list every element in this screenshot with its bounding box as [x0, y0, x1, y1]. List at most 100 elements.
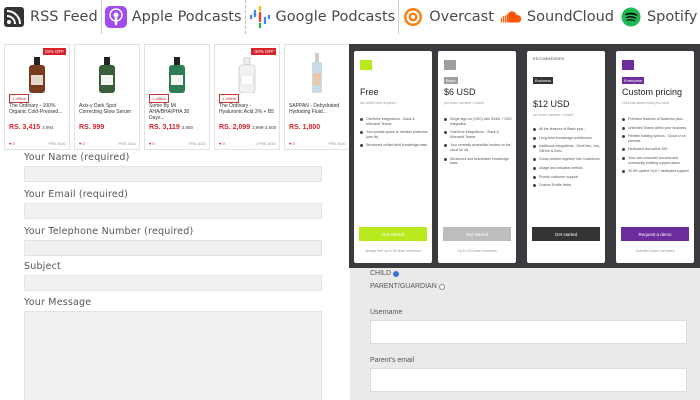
stock-badge: 1 offline [9, 94, 29, 103]
email-label: Your Email (required) [24, 189, 129, 200]
overcast-link[interactable]: Overcast [398, 0, 497, 34]
feature-item: Usage and adoption metrics [533, 166, 601, 171]
podcast-subscribe-bar: RSS Feed Apple Podcasts Google Podcasts … [0, 0, 700, 34]
plan-logo-icon [622, 60, 634, 70]
plan-logo-icon [444, 60, 456, 70]
soundcloud-label: SoundCloud [526, 9, 614, 25]
parent-email-label: Parent's email [370, 357, 415, 364]
plan-price: $12 USD [533, 99, 570, 109]
phone-field[interactable] [24, 240, 322, 256]
plan-footnote: Always free up to 50 team members [364, 249, 422, 253]
parent-radio[interactable]: PARENT/GUARDIAN [370, 283, 445, 290]
apple-podcasts-label: Apple Podcasts [131, 9, 242, 25]
product-name[interactable]: Axis-y Dark Spot Correcting Glow Serum [79, 103, 136, 121]
product-status: PRE ADD [328, 141, 346, 146]
product-status: PRE ADD [118, 141, 136, 146]
email-field[interactable] [24, 203, 322, 219]
feature-list: Single sign-on (SSO) with SAML + SSO int… [444, 117, 512, 170]
old-price: 2,999-3,600 [252, 125, 277, 130]
discount-badge: 15% OFF [42, 48, 66, 55]
rss-icon [3, 6, 25, 28]
subject-label: Subject [24, 261, 61, 272]
heart-icon[interactable]: ♥ 0 [219, 141, 225, 146]
stock-badge: 1 offline [149, 94, 169, 103]
product-image [5, 55, 69, 93]
page: RSS Feed Apple Podcasts Google Podcasts … [0, 0, 700, 400]
username-label: Username [370, 309, 403, 316]
current-price: RS. 3,119 [149, 124, 180, 131]
product-name[interactable]: Some By Mi AHA/BHA/PHA 30 Days... [149, 103, 206, 121]
message-label: Your Message [24, 297, 92, 308]
product-image [145, 55, 209, 93]
soundcloud-link[interactable]: SoundCloud [497, 0, 617, 34]
plan-footnote: Up to 200 team members [457, 249, 497, 253]
heart-icon[interactable]: ♥ 0 [9, 141, 15, 146]
current-price: RS. 3,415 [9, 124, 41, 131]
feature-item: Premium features of Business plus... [622, 117, 690, 122]
plan-footnote: Unlimited team members [635, 249, 675, 253]
feature-item: 99.9% uptime SLA + dedicated support [622, 169, 690, 174]
heart-icon[interactable]: ♥ 0 [289, 141, 295, 146]
plan-card-basic: Basic $6 USD per team member / month Sin… [438, 51, 516, 263]
product-image [285, 53, 348, 93]
spotify-link[interactable]: Spotify [617, 0, 700, 34]
recommended-label: RECOMMENDED [533, 57, 565, 61]
name-label: Your Name (required) [24, 152, 130, 163]
feature-item: Dedicated and active SSI [622, 147, 690, 152]
get-started-button[interactable]: Get started [532, 227, 600, 241]
name-field[interactable] [24, 166, 322, 182]
feature-item: Custom Profile fields [533, 183, 601, 188]
radio-selected-icon[interactable] [393, 270, 400, 277]
apple-podcasts-link[interactable]: Apple Podcasts [100, 0, 245, 34]
feature-item: Your centrally accessible hosted on the … [444, 143, 512, 152]
product-status: PRE ADD [48, 141, 66, 146]
feature-item: Group content together into Collections [533, 157, 601, 162]
product-card[interactable]: Axis-y Dark Spot Correcting Glow Serum R… [74, 44, 140, 150]
product-price: RS. 2,099 2,999-3,600 [219, 124, 276, 131]
google-podcasts-link[interactable]: Google Podcasts [244, 0, 399, 34]
product-name[interactable]: The Ordinary - Hyaluronic Acid 2% + B5 [219, 103, 276, 121]
request-demo-button[interactable]: Request a demo [621, 227, 689, 241]
product-price: RS. 1,800 [289, 124, 320, 131]
feature-item: Flexible hosting options - Cloud or on p… [622, 134, 690, 143]
product-image [215, 55, 279, 93]
feature-item: Unlimited Teams within your business [622, 126, 690, 131]
plan-subtitle: Let's talk about what you need [622, 101, 670, 105]
plan-price: Custom pricing [622, 87, 683, 97]
product-meta: ♥ 0 PRE ADD [9, 141, 66, 146]
product-card[interactable]: 15% OFF 1 offline The Ordinary - 100% Or… [4, 44, 70, 150]
rss-feed-link[interactable]: RSS Feed [0, 0, 101, 34]
product-price: RS. 3,415 3,994 [9, 124, 53, 131]
feature-item: Your own customer success and community … [622, 156, 690, 165]
product-name[interactable]: The Ordinary - 100% Organic Cold-Pressed… [9, 103, 66, 121]
product-card[interactable]: 1 offline Some By Mi AHA/BHA/PHA 30 Days… [144, 44, 210, 150]
like-count: 0 [82, 141, 85, 146]
product-card[interactable]: SAPPAN - Dehydrated Hydrating Fluid... R… [284, 44, 348, 150]
product-card[interactable]: -30% OFF 1 offline The Ordinary - Hyalur… [214, 44, 280, 150]
plan-card-enterprise: Enterprise Custom pricing Let's talk abo… [616, 51, 694, 263]
product-meta: ♥ 0 PRE ADD [149, 141, 206, 146]
overcast-label: Overcast [429, 9, 494, 25]
feature-item: OneDrive integrations - Slack & Microsof… [444, 130, 512, 139]
product-name[interactable]: SAPPAN - Dehydrated Hydrating Fluid... [289, 103, 346, 121]
product-meta: ♥ 0 PRE ADD [79, 141, 136, 146]
product-carousel: 15% OFF 1 offline The Ordinary - 100% Or… [0, 44, 348, 150]
heart-icon[interactable]: ♥ 0 [79, 141, 85, 146]
message-field[interactable] [24, 311, 322, 400]
child-radio[interactable]: CHILD [370, 270, 400, 277]
product-price: RS. 999 [79, 124, 104, 131]
get-started-button[interactable]: Get started [359, 227, 427, 241]
parent-email-field[interactable] [370, 368, 687, 392]
heart-icon[interactable]: ♥ 0 [149, 141, 155, 146]
username-field[interactable] [370, 320, 687, 344]
radio-unselected-icon[interactable] [438, 283, 445, 290]
old-price: 3,994 [42, 125, 54, 130]
get-started-button[interactable]: Get started [443, 227, 511, 241]
feature-item: Your private space to mention platforms … [360, 130, 428, 139]
feature-item: Structured unified stuff knowledge base [360, 143, 428, 148]
soundcloud-icon [500, 6, 522, 28]
subject-field[interactable] [24, 275, 322, 291]
plan-card-free: Free No credit card required OneDrive in… [354, 51, 432, 263]
registration-form: CHILD PARENT/GUARDIAN Username Parent's … [350, 268, 700, 400]
product-status: PRE ADD [188, 141, 206, 146]
